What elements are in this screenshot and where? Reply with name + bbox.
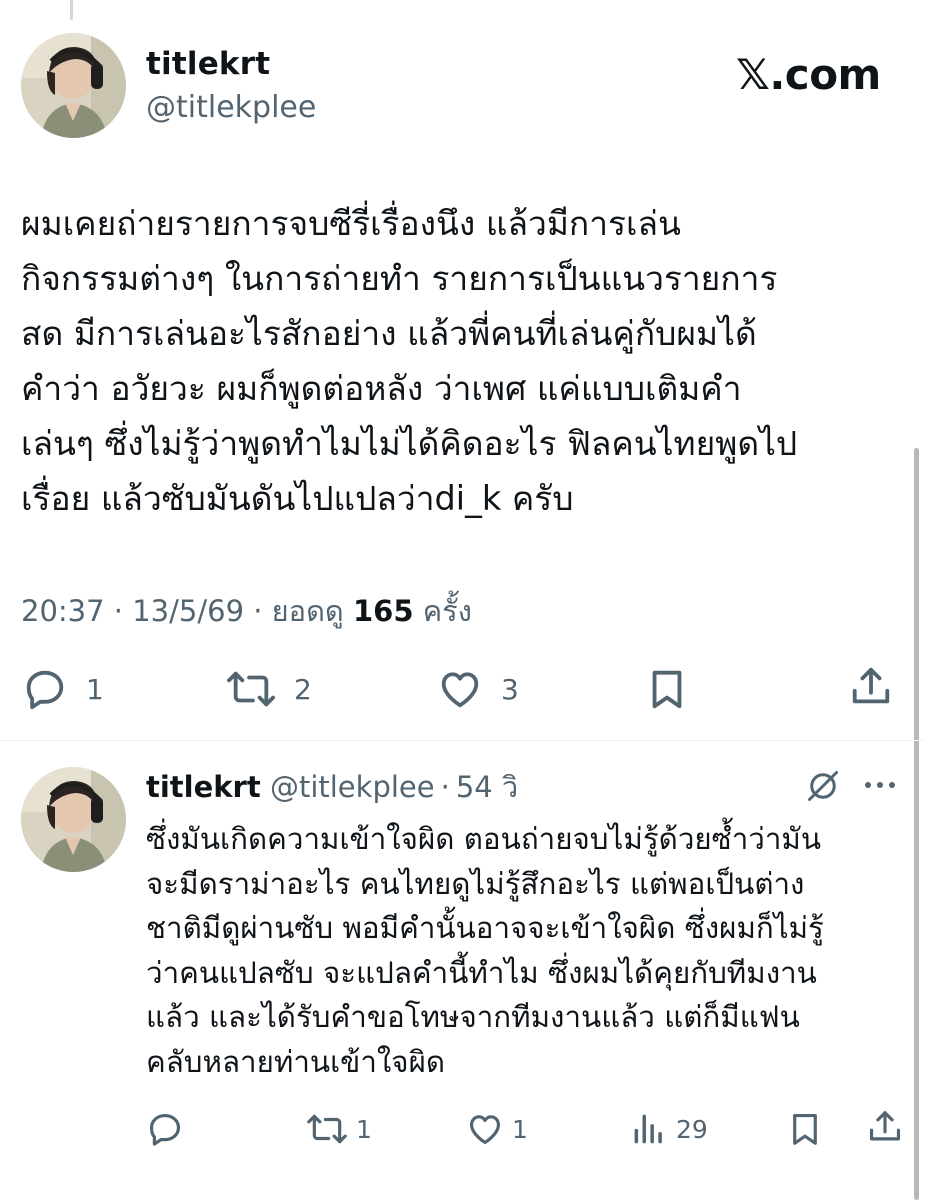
tweet-text-line: กิจกรรมต่างๆ ในการถ่ายทำ รายการเป็นแนวรา… [21,259,778,298]
reply-button[interactable]: 1 [22,666,104,712]
reply-text: ซึ่งมันเกิดความเข้าใจผิด ตอนถ่ายจบไม่รู้… [146,817,916,1084]
reply-header: titlekrt @titlekplee · 54 วิ [146,764,518,810]
like-icon [441,672,479,708]
repost-icon [227,671,275,707]
tweet-action-bar: 1 2 3 [0,664,925,714]
like-button[interactable]: 3 [437,666,519,712]
like-count: 3 [501,672,519,706]
tweet-text-line: สด มีการเล่นอะไรสักอย่าง แล้วพี่คนที่เล่… [21,314,757,353]
x-brand-logo: 𝕏.com [736,50,881,99]
repost-button[interactable]: 2 [226,666,312,712]
reply-text-line: ว่าคนแปลซับ จะแปลคำนี้ทำไม ซึ่งผมได้คุยก… [146,955,817,990]
bookmark-icon [793,1113,817,1145]
tweet-meta: 20:37 · 13/5/69 · ยอดดู 165 ครั้ง [21,588,472,634]
reply-text-line: คลับหลายท่านเข้าใจผิด [146,1044,446,1079]
bookmark-button[interactable] [786,1110,824,1148]
repost-count: 1 [356,1114,372,1144]
repost-icon [307,1114,347,1144]
display-name[interactable]: titlekrt [146,46,270,82]
like-button[interactable]: 1 [466,1110,528,1148]
reply-text-line: ซึ่งมันเกิดความเข้าใจผิด ตอนถ่ายจบไม่รู้… [146,822,821,856]
bookmark-button[interactable] [644,666,690,712]
relative-time[interactable]: 54 วิ [456,770,518,804]
display-name[interactable]: titlekrt [146,770,261,804]
timestamp[interactable]: 20:37 · 13/5/69 · ยอดดู [21,594,353,628]
grok-icon [808,771,838,801]
tweet-text-line: เรื่อย แล้วซับมันดันไปแปลว่าdi_k ครับ [21,479,574,518]
reply-text-line: จะมีดราม่าอะไร คนไทยดูไม่รู้สึกอะไร แต่พ… [146,866,805,901]
reply-text-line: แล้ว และได้รับคำขอโทษจากทีมงานแล้ว แต่ก็… [146,1000,800,1034]
view-count-suffix: ครั้ง [413,594,472,628]
like-icon [469,1115,501,1145]
thread-connector-line [70,0,73,20]
tweet-divider [0,740,925,741]
separator-dot: · [440,770,450,804]
grok-button[interactable] [805,768,841,808]
share-button[interactable] [866,1108,904,1146]
tweet-text: ผมเคยถ่ายรายการจบซีรี่เรื่องนึง แล้วมีกา… [21,196,901,526]
user-handle[interactable]: @titlekplee [270,770,435,804]
avatar[interactable] [21,33,126,138]
reply-button[interactable] [146,1110,192,1148]
reply-text-line: ชาติมีดูผ่านซับ พอมีคำนั้นอาจจะเข้าใจผิด… [146,911,824,945]
more-icon [865,782,895,788]
reply-icon [26,670,64,710]
user-handle[interactable]: @titlekplee [146,90,316,125]
more-options-button[interactable] [862,772,898,802]
reply-icon [149,1113,181,1146]
like-count: 1 [512,1114,528,1144]
share-icon [869,1111,901,1141]
repost-count: 2 [294,672,312,706]
reply-count: 1 [86,672,104,706]
tweet-text-line: ผมเคยถ่ายรายการจบซีรี่เรื่องนึง แล้วมีกา… [21,204,681,243]
reply-action-bar: 1 1 29 [0,1110,925,1150]
share-button[interactable] [848,664,894,710]
views-icon [634,1114,662,1144]
views-button[interactable]: 29 [630,1110,708,1148]
repost-button[interactable]: 1 [306,1110,372,1148]
bookmark-icon [652,670,682,709]
views-count: 29 [676,1114,708,1144]
avatar[interactable] [21,767,126,872]
share-icon [852,667,890,704]
view-count: 165 [352,594,414,628]
tweet-text-line: เล่นๆ ซึ่งไม่รู้ว่าพูดทำไมไม่ได้คิดอะไร … [21,424,798,463]
tweet-text-line: คำว่า อวัยวะ ผมก็พูดต่อหลัง ว่าเพศ แค่แบ… [21,369,742,408]
